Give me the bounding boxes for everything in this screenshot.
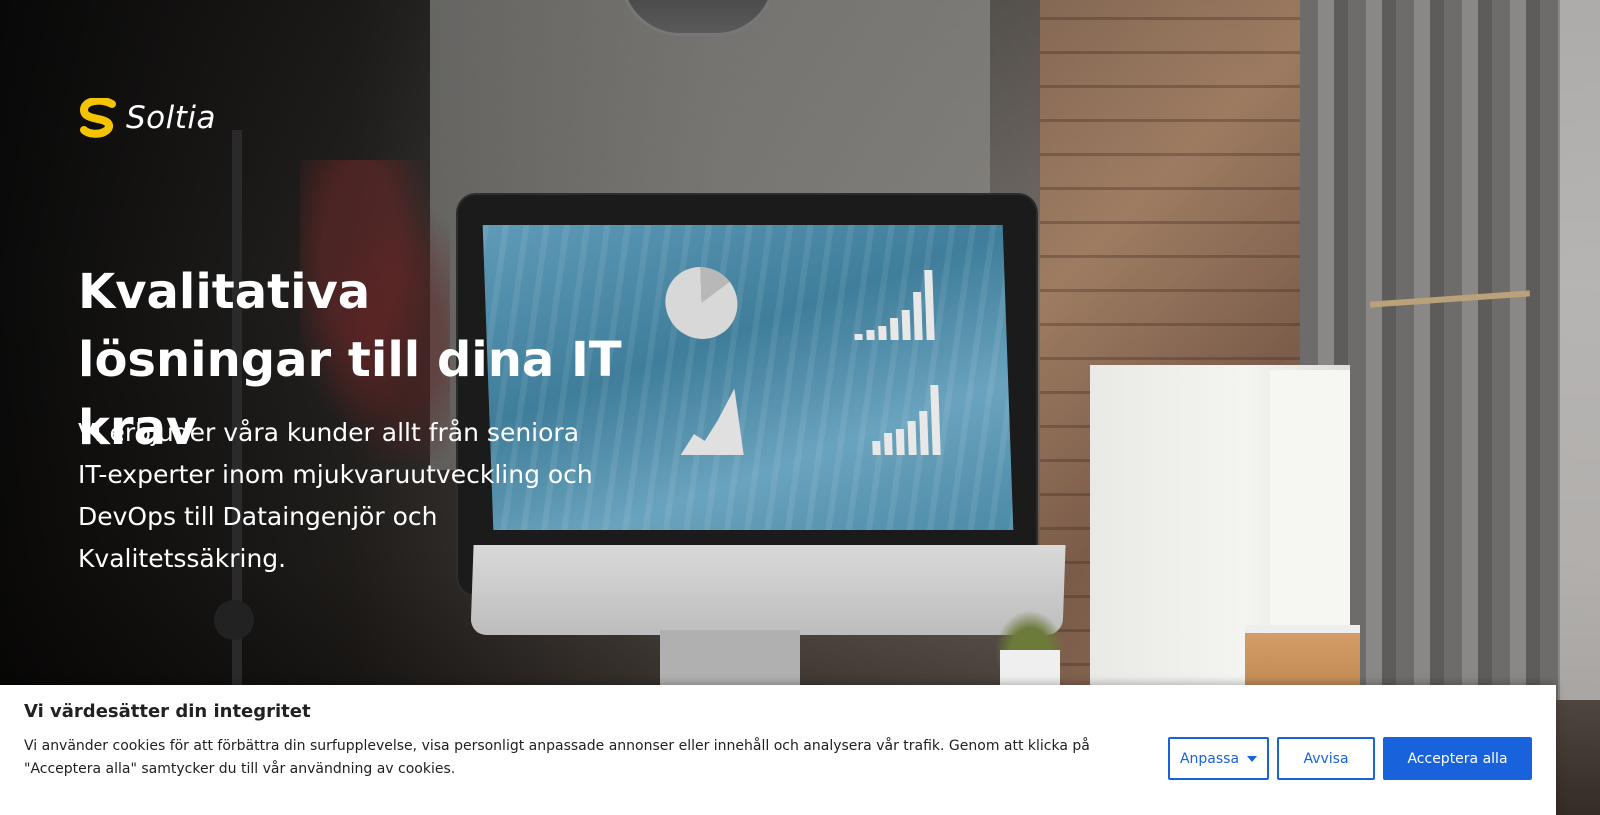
background-lamp-knob	[214, 600, 254, 640]
customize-button[interactable]: Anpassa	[1168, 737, 1269, 780]
accept-all-button[interactable]: Acceptera alla	[1383, 737, 1532, 780]
reject-button[interactable]: Avvisa	[1277, 737, 1375, 780]
caret-down-icon	[1247, 755, 1258, 762]
customize-button-label: Anpassa	[1179, 750, 1240, 767]
cookie-banner-text: Vi använder cookies för att förbättra di…	[24, 738, 1090, 777]
background-monitor-stand	[660, 630, 800, 690]
cookie-banner-title: Vi värdesätter din integritet	[24, 701, 311, 722]
site-logo[interactable]: Soltia	[78, 98, 216, 138]
logo-text: Soltia	[126, 100, 217, 136]
background-window-edge	[1560, 0, 1600, 700]
soltia-s-logo-icon	[79, 98, 116, 138]
cookie-banner: Vi värdesätter din integritet Vi använde…	[0, 685, 1556, 815]
screen-bar-graphic-2	[870, 385, 941, 455]
screen-area-graphic	[678, 385, 750, 455]
screen-bar-graphic	[852, 270, 935, 340]
hero-lead: Vi erbjuder våra kunder allt från senior…	[78, 418, 593, 573]
screen-pie-graphic	[664, 267, 739, 339]
